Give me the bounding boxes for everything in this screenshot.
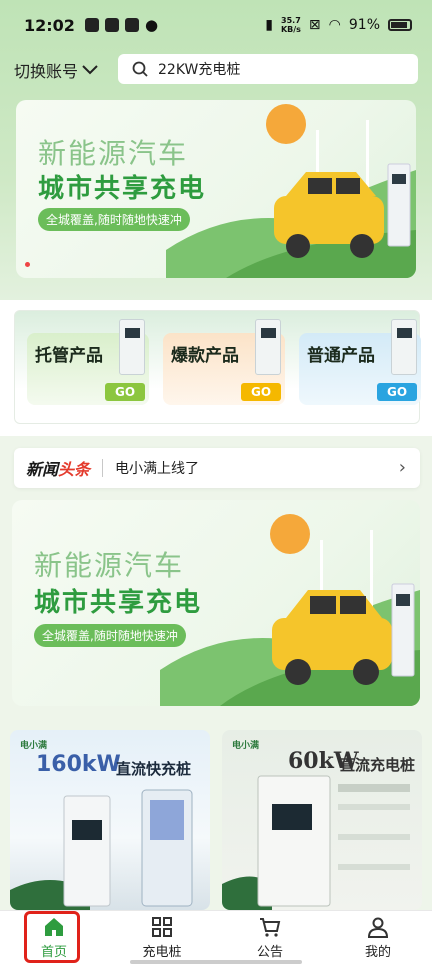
brand-logo: 电小满	[232, 741, 260, 751]
news-ticker[interactable]: 新闻头条 电小满上线了 ›	[14, 448, 420, 488]
wifi-icon: ◠	[328, 17, 341, 33]
banner-illustration	[160, 514, 420, 706]
charger-image	[119, 319, 145, 375]
search-row: 切换账号 22KW充电桩	[0, 54, 432, 86]
tab-mine[interactable]: 我的	[324, 911, 432, 964]
news-divider	[102, 459, 104, 477]
status-time: 12:02	[24, 15, 75, 35]
search-input[interactable]: 22KW充电桩	[118, 54, 418, 84]
charger-illustration	[10, 789, 193, 910]
notification-icons: ●	[84, 16, 159, 34]
brand-logo: 电小满	[20, 741, 48, 751]
promo-banner-secondary[interactable]: 新能源汽车 城市共享充电 全城覆盖,随时随地快速冲	[12, 500, 420, 706]
promo-banner[interactable]: 新能源汽车 城市共享充电 全城覆盖,随时随地快速冲	[16, 100, 416, 278]
tab-home[interactable]: 首页	[0, 911, 108, 964]
bottom-tab-bar: 首页 充电桩 公告 我的	[0, 910, 432, 964]
vibrate-icon: ▮	[265, 17, 273, 33]
tab-chargers[interactable]: 充电桩	[108, 911, 216, 964]
banner-illustration	[166, 104, 416, 278]
go-button[interactable]: GO	[241, 383, 281, 401]
tab-label: 充电桩	[142, 945, 182, 960]
go-button[interactable]: GO	[105, 383, 145, 401]
message-notification-icon	[104, 18, 119, 32]
product-label: 爆款产品	[171, 346, 239, 366]
sim-icon: ⊠	[308, 17, 321, 33]
wechat-icon: ●	[144, 16, 159, 34]
chevron-down-icon	[82, 65, 98, 75]
product-card-managed[interactable]: 托管产品 GO	[27, 319, 149, 405]
product-label: 托管产品	[35, 346, 103, 366]
product-power: 160kW	[36, 752, 121, 777]
tab-label: 我的	[364, 945, 391, 960]
product-card-normal[interactable]: 普通产品 GO	[299, 319, 421, 405]
account-switch-button[interactable]: 切换账号	[14, 58, 98, 82]
tab-label: 公告	[256, 945, 283, 960]
product-type: 直流快充桩	[116, 760, 192, 778]
go-button[interactable]: GO	[377, 383, 417, 401]
charger-illustration	[222, 775, 410, 910]
battery-percent: 91%	[348, 17, 380, 33]
status-right: ▮ 35.7 KB/s ⊠ ◠ 91%	[265, 16, 412, 34]
charger-image	[255, 319, 281, 375]
chevron-right-icon: ›	[398, 457, 406, 478]
gesture-bar	[130, 960, 302, 964]
product-card-hot[interactable]: 爆款产品 GO	[163, 319, 285, 405]
product-card-160kw[interactable]: 电小满 160kW 直流快充桩	[10, 730, 210, 910]
app-notification-icon	[84, 18, 99, 32]
carousel-indicator	[25, 262, 30, 267]
video-notification-icon	[124, 18, 139, 32]
account-switch-label: 切换账号	[14, 62, 79, 81]
search-value: 22KW充电桩	[158, 62, 241, 78]
product-card-60kw[interactable]: 电小满 60kW 直流充电桩	[222, 730, 422, 910]
news-logo: 新闻头条	[26, 460, 91, 479]
network-speed: 35.7 KB/s	[280, 16, 301, 34]
selection-highlight	[24, 911, 80, 963]
cart-icon	[260, 918, 281, 937]
search-icon	[132, 61, 148, 77]
status-bar: 12:02 ● ▮ 35.7 KB/s ⊠ ◠ 91%	[0, 0, 432, 50]
news-headline: 电小满上线了	[115, 461, 200, 477]
user-icon	[367, 917, 389, 938]
product-label: 普通产品	[307, 346, 375, 366]
charger-image	[391, 319, 417, 375]
battery-icon	[388, 19, 412, 31]
product-type: 直流充电桩	[340, 756, 416, 774]
tab-announcements[interactable]: 公告	[216, 911, 324, 964]
product-categories: 托管产品 GO 爆款产品 GO 普通产品 GO	[14, 310, 421, 424]
grid-icon	[152, 917, 172, 937]
